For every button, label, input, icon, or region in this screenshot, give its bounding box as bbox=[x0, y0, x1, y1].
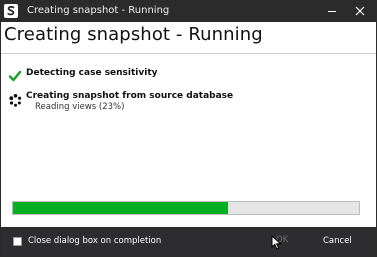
cancel-button[interactable]: Cancel bbox=[323, 236, 352, 246]
window-title: Creating snapshot - Running bbox=[27, 5, 170, 16]
check-icon bbox=[8, 67, 22, 82]
title-bar: Creating snapshot - Running bbox=[1, 1, 376, 22]
step-detail-reading-views: Reading views (23%) bbox=[35, 102, 125, 112]
close-on-completion-checkbox[interactable] bbox=[13, 237, 22, 246]
snapshot-dialog: Creating snapshot - Running Creating sna… bbox=[0, 0, 377, 257]
close-on-completion-label[interactable]: Close dialog box on completion bbox=[28, 236, 161, 246]
progress-bar bbox=[12, 201, 360, 215]
close-icon[interactable] bbox=[352, 3, 368, 19]
spinner-icon bbox=[9, 92, 22, 107]
progress-fill bbox=[13, 202, 228, 214]
minimize-icon[interactable] bbox=[324, 3, 340, 19]
step-label-case-sensitivity: Detecting case sensitivity bbox=[26, 68, 158, 78]
dialog-footer: Close dialog box on completion OK Cancel bbox=[1, 227, 376, 256]
page-title: Creating snapshot - Running bbox=[4, 24, 263, 45]
step-label-create-snapshot: Creating snapshot from source database bbox=[26, 91, 234, 101]
snapshot-app-icon bbox=[4, 4, 18, 18]
mouse-cursor-icon bbox=[271, 235, 282, 250]
header-divider bbox=[1, 53, 376, 54]
